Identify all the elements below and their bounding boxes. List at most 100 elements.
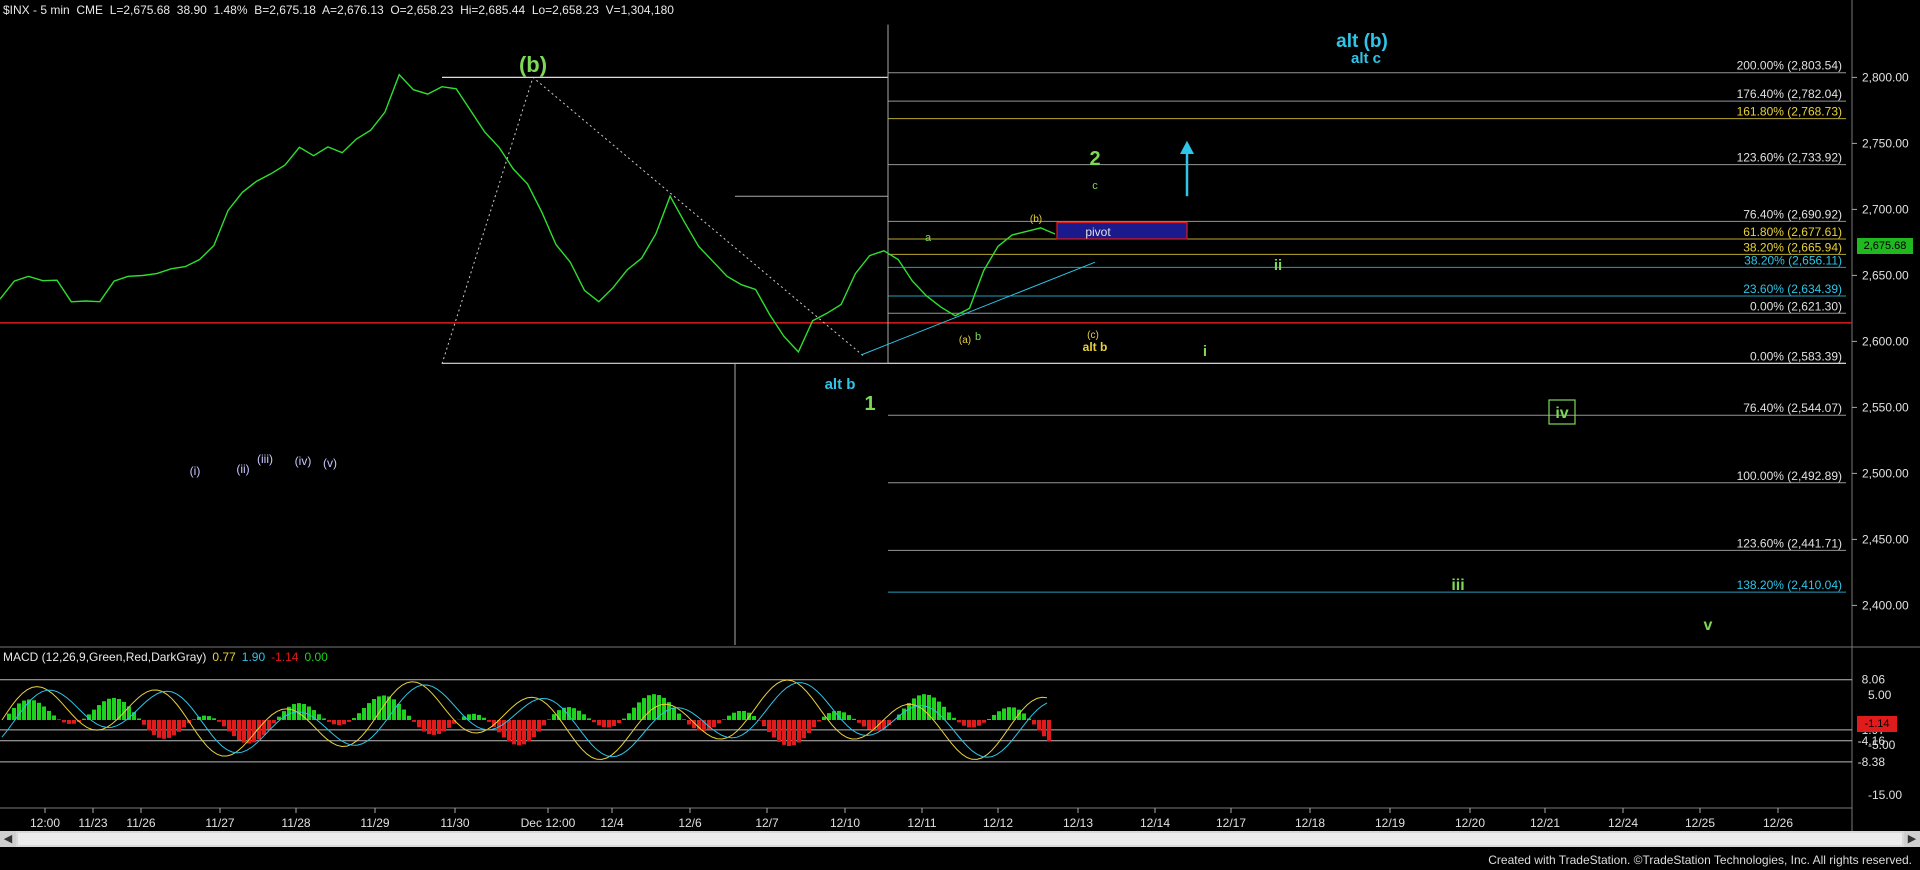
macd-histogram-bar xyxy=(867,720,871,730)
high-value: Hi=2,685.44 xyxy=(460,3,526,17)
macd-histogram-bar xyxy=(742,710,746,720)
macd-value-1: 0.77 xyxy=(212,650,236,664)
macd-histogram-bar xyxy=(342,720,346,725)
macd-value-4: 0.00 xyxy=(304,650,328,664)
macd-histogram-bar xyxy=(907,702,911,720)
macd-value-tag: -1.14 xyxy=(1857,716,1897,732)
fib-level-label: 176.40% (2,782.04) xyxy=(1737,87,1842,101)
price-axis-label: 2,800.00 xyxy=(1862,70,1909,84)
macd-histogram-bar xyxy=(637,702,641,720)
macd-histogram-bar xyxy=(957,720,961,723)
macd-histogram-bar xyxy=(347,720,351,722)
macd-histogram-bar xyxy=(472,713,476,720)
wave-label: i xyxy=(1203,343,1207,360)
macd-histogram-bar xyxy=(522,720,526,745)
macd-histogram-bar xyxy=(797,720,801,743)
time-axis-label: 12/7 xyxy=(755,816,779,830)
macd-histogram-bar xyxy=(112,697,116,720)
wave-label: alt b xyxy=(1083,340,1108,354)
scroll-right-icon[interactable]: ▶ xyxy=(1904,831,1920,847)
time-axis-label: 12/12 xyxy=(983,816,1013,830)
macd-histogram-bar xyxy=(332,720,336,725)
macd-histogram-bar xyxy=(32,700,36,720)
macd-histogram-bar xyxy=(147,720,151,731)
macd-line xyxy=(1,679,1048,760)
macd-histogram-bar xyxy=(167,720,171,738)
wave-label: (b) xyxy=(1030,214,1042,225)
macd-histogram-bar xyxy=(412,720,416,722)
macd-histogram-bar xyxy=(772,720,776,738)
macd-histogram-bar xyxy=(182,720,186,728)
time-axis-label: 11/29 xyxy=(360,816,389,830)
fib-level-label: 200.00% (2,803.54) xyxy=(1737,59,1842,73)
volume-value: V=1,304,180 xyxy=(605,3,674,17)
macd-histogram-bar xyxy=(402,709,406,720)
macd-histogram-bar xyxy=(542,720,546,726)
macd-histogram-bar xyxy=(232,720,236,737)
change-value: 38.90 xyxy=(176,3,207,17)
macd-histogram-bar xyxy=(577,710,581,720)
time-axis-label: 12/19 xyxy=(1375,816,1405,830)
macd-histogram-bar xyxy=(252,720,256,743)
macd-histogram-bar xyxy=(727,715,731,720)
wave-label: b xyxy=(975,331,981,343)
macd-histogram-bar xyxy=(367,703,371,720)
macd-histogram-bar xyxy=(42,706,46,720)
macd-histogram-bar xyxy=(442,720,446,732)
macd-header: MACD (12,26,9,Green,Red,DarkGray) 0.77 1.9… xyxy=(3,650,334,664)
macd-histogram-bar xyxy=(962,720,966,726)
macd-histogram-bar xyxy=(97,705,101,720)
time-axis-label: 11/27 xyxy=(205,816,234,830)
macd-histogram-bar xyxy=(687,720,691,725)
macd-histogram-bar xyxy=(447,720,451,728)
macd-histogram-bar xyxy=(517,720,521,746)
macd-histogram-bar xyxy=(992,714,996,720)
macd-histogram-bar xyxy=(752,716,756,720)
macd-histogram-bar xyxy=(1047,720,1051,741)
scroll-left-icon[interactable]: ◀ xyxy=(0,831,16,847)
macd-histogram-bar xyxy=(547,719,551,720)
macd-histogram-bar xyxy=(1042,720,1046,737)
time-axis-label: 12/21 xyxy=(1530,816,1560,830)
macd-histogram-bar xyxy=(782,720,786,745)
macd-histogram-bar xyxy=(862,720,866,727)
macd-histogram-bar xyxy=(982,720,986,723)
last-price-tag: 2,675.68 xyxy=(1857,238,1913,254)
wave-label: v xyxy=(1704,617,1713,634)
macd-histogram-bar xyxy=(767,720,771,733)
wave-label: a xyxy=(925,232,932,244)
price-axis-label: 2,650.00 xyxy=(1862,268,1909,282)
wave-label: pivot xyxy=(1085,225,1111,239)
fib-level-label: 161.80% (2,768.73) xyxy=(1737,105,1842,119)
wave-label: (b) xyxy=(519,52,547,77)
last-price: L=2,675.68 xyxy=(109,3,171,17)
macd-histogram-bar xyxy=(1007,707,1011,720)
price-axis-label: 2,700.00 xyxy=(1862,202,1909,216)
macd-histogram-bar xyxy=(807,720,811,733)
horizontal-scrollbar[interactable]: ◀ ▶ xyxy=(0,831,1920,847)
macd-histogram-bar xyxy=(267,720,271,730)
macd-histogram-bar xyxy=(852,718,856,720)
fib-level-label: 76.40% (2,690.92) xyxy=(1743,207,1842,221)
macd-histogram-bar xyxy=(717,720,721,724)
macd-histogram-bar xyxy=(792,720,796,746)
macd-histogram-bar xyxy=(527,720,531,742)
macd-histogram-bar xyxy=(972,720,976,728)
time-axis-label: 12/13 xyxy=(1063,816,1093,830)
macd-label: MACD (12,26,9,Green,Red,DarkGray) xyxy=(3,650,207,664)
macd-histogram-bar xyxy=(362,708,366,720)
fib-level-label: 123.60% (2,441.71) xyxy=(1737,536,1842,550)
macd-value-2: 1.90 xyxy=(241,650,266,664)
macd-histogram-bar xyxy=(92,709,96,720)
macd-histogram-bar xyxy=(952,717,956,720)
ask-value: A=2,676.13 xyxy=(321,3,384,17)
macd-histogram-bar xyxy=(152,720,156,735)
fib-level-label: 76.40% (2,544.07) xyxy=(1743,401,1842,415)
scroll-thumb[interactable] xyxy=(18,833,1902,845)
fib-level-label: 38.20% (2,665.94) xyxy=(1743,240,1842,254)
time-axis-label: 11/26 xyxy=(126,816,155,830)
macd-histogram-bar xyxy=(857,720,861,723)
macd-histogram-bar xyxy=(817,720,821,722)
macd-histogram-bar xyxy=(507,720,511,742)
macd-value-3: -1.14 xyxy=(271,650,299,664)
